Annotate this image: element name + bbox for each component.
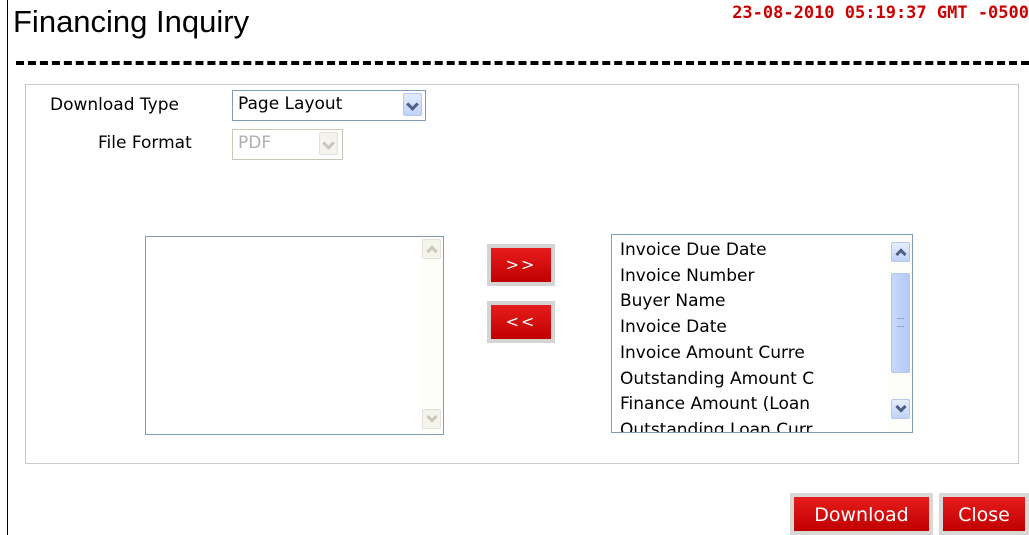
list-item[interactable]: Invoice Date <box>620 315 814 341</box>
add-column-label: >> <box>491 248 551 282</box>
available-columns-scrollbar[interactable] <box>419 237 443 434</box>
page-title: Financing Inquiry <box>13 4 250 39</box>
close-button-label: Close <box>943 497 1025 531</box>
download-type-label: Download Type <box>50 95 179 115</box>
timestamp: 23-08-2010 05:19:37 GMT -0500 <box>732 3 1029 23</box>
scroll-up-icon[interactable] <box>422 239 441 259</box>
chevron-down-icon[interactable] <box>403 93 422 116</box>
available-columns-list[interactable] <box>145 236 444 435</box>
file-format-select[interactable]: PDF <box>232 129 343 160</box>
scroll-down-icon[interactable] <box>422 409 441 429</box>
chevron-down-icon <box>319 132 338 155</box>
list-item[interactable]: Finance Amount (Loan <box>620 392 814 418</box>
download-button-label: Download <box>794 497 929 531</box>
selected-columns-items: Invoice Due Date Invoice Number Buyer Na… <box>620 238 814 432</box>
download-type-select[interactable]: Page Layout <box>232 90 426 121</box>
selected-columns-list[interactable]: Invoice Due Date Invoice Number Buyer Na… <box>611 234 913 433</box>
list-item[interactable]: Buyer Name <box>620 289 814 315</box>
list-item[interactable]: Invoice Number <box>620 264 814 290</box>
download-type-value: Page Layout <box>238 94 343 114</box>
window-left-border <box>7 0 8 535</box>
close-button[interactable]: Close <box>939 493 1029 535</box>
remove-column-label: << <box>491 305 551 339</box>
scroll-down-icon[interactable] <box>891 399 910 419</box>
scroll-thumb[interactable] <box>891 273 910 373</box>
add-column-button[interactable]: >> <box>487 244 555 286</box>
list-item[interactable]: Outstanding Amount C <box>620 367 814 393</box>
list-item[interactable]: Outstanding Loan Curr <box>620 418 814 432</box>
list-item[interactable]: Invoice Amount Curre <box>620 341 814 367</box>
dashed-divider <box>16 61 1029 65</box>
selected-columns-scrollbar[interactable] <box>888 235 912 432</box>
remove-column-button[interactable]: << <box>487 301 555 343</box>
file-format-value: PDF <box>238 133 272 153</box>
scroll-up-icon[interactable] <box>891 242 910 262</box>
download-button[interactable]: Download <box>790 493 933 535</box>
file-format-label: File Format <box>98 133 192 153</box>
list-item[interactable]: Invoice Due Date <box>620 238 814 264</box>
